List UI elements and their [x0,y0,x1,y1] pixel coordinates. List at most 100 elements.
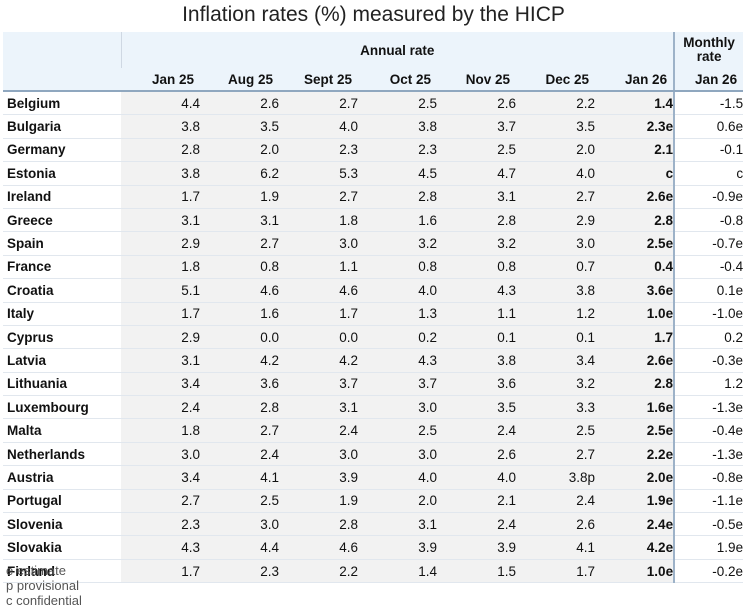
annual-rate-cell: 2.7 [279,91,358,116]
annual-rate-cell: 2.7 [200,231,279,256]
annual-rate-cell: 3.0 [279,442,358,467]
annual-rate-cell: 4.7 [437,161,516,186]
table-row: Bulgaria 3.8 3.5 4.0 3.8 3.7 3.5 2.3e 0.6e [3,114,744,139]
annual-rate-cell: 2.5 [200,489,279,514]
annual-rate-cell: 2.9 [121,325,200,350]
annual-rate-cell: 2.0e [595,465,675,490]
annual-rate-cell: 1.7 [279,302,358,326]
annual-rate-cell: 4.3 [358,348,437,373]
annual-rate-cell: 3.9 [358,535,437,560]
table-row: Latvia 3.1 4.2 4.2 4.3 3.8 3.4 2.6e -0.3e [3,348,744,373]
annual-rate-cell: 2.3 [200,559,279,584]
legend-item-estimate: e estimate [6,563,66,578]
country-cell: Latvia [3,348,121,373]
annual-rate-cell: 1.7 [516,559,595,584]
legend-item-confidential: c confidential [6,593,82,608]
annual-rate-cell: 2.3 [121,512,200,537]
annual-rate-cell: 4.0 [437,465,516,490]
monthly-rate-cell: -0.4e [673,418,744,443]
annual-rate-cell: 2.1 [437,489,516,514]
monthly-rate-cell: -0.8e [673,465,744,490]
annual-rate-cell: 2.4 [121,395,200,420]
country-cell: Luxembourg [3,395,121,420]
table-row: Croatia 5.1 4.6 4.6 4.0 4.3 3.8 3.6e 0.1e [3,278,744,303]
annual-rate-cell: 4.2 [200,348,279,373]
annual-rate-cell: 2.5e [595,231,675,256]
annual-rate-cell: 2.4e [595,512,675,537]
annual-rate-cell: 3.0 [121,442,200,467]
table-row: Finland 1.7 2.3 2.2 1.4 1.5 1.7 1.0e -0.2e [3,559,744,584]
annual-rate-cell: 3.1 [279,395,358,420]
table-row: Portugal 2.7 2.5 1.9 2.0 2.1 2.4 1.9e -1.1e [3,489,744,514]
annual-rate-cell: 1.2 [516,302,595,326]
annual-rate-cell: 4.6 [279,535,358,560]
annual-rate-cell: 4.4 [121,91,200,116]
country-cell: Slovenia [3,512,121,537]
country-cell: Germany [3,138,121,163]
annual-rate-cell: 2.4 [200,442,279,467]
table-row: Slovakia 4.3 4.4 4.6 3.9 3.9 4.1 4.2e 1.9e [3,535,744,560]
annual-rate-cell: 3.3 [516,395,595,420]
annual-rate-cell: 4.1 [200,465,279,490]
monthly-rate-cell: 0.2 [673,325,744,350]
annual-rate-cell: 3.4 [516,348,595,373]
country-cell: Greece [3,208,121,233]
annual-rate-cell: 4.1 [516,535,595,560]
annual-rate-cell: 2.6e [595,348,675,373]
country-cell: Austria [3,465,121,490]
annual-rate-cell: 0.2 [358,325,437,350]
column-header: Oct 25 [358,68,437,92]
annual-rate-cell: 4.0 [358,465,437,490]
country-cell: France [3,255,121,280]
monthly-rate-cell: -0.3e [673,348,744,373]
annual-rate-cell: 1.6e [595,395,675,420]
annual-rate-cell: 1.8 [121,255,200,280]
annual-rate-cell: 2.0 [358,489,437,514]
annual-rate-cell: 2.2 [516,91,595,116]
monthly-rate-cell: 1.9e [673,535,744,560]
annual-rate-cell: 3.1 [121,348,200,373]
country-cell: Malta [3,418,121,443]
annual-rate-cell: 2.5 [516,418,595,443]
annual-rate-cell: 4.0 [516,161,595,186]
monthly-rate-cell: -0.4 [673,255,744,280]
annual-rate-cell: 1.7 [595,325,675,350]
annual-rate-cell: 0.4 [595,255,675,280]
annual-rate-cell: 2.3 [279,138,358,163]
annual-rate-cell: 2.9 [121,231,200,256]
annual-rate-header: Annual rate [120,32,675,68]
annual-rate-cell: 1.6 [200,302,279,326]
annual-rate-cell: 0.8 [437,255,516,280]
annual-rate-cell: 1.8 [279,208,358,233]
country-cell: Croatia [3,278,121,303]
annual-rate-cell: 1.7 [121,302,200,326]
header-corner-2 [3,68,121,92]
annual-rate-cell: 1.3 [358,302,437,326]
annual-rate-cell: 2.9 [516,208,595,233]
annual-rate-cell: 2.4 [437,418,516,443]
annual-rate-cell: 6.2 [200,161,279,186]
annual-rate-cell: 3.5 [437,395,516,420]
column-header-monthly: Jan 26 [673,68,744,92]
annual-rate-cell: 3.2 [358,231,437,256]
annual-rate-cell: 3.2 [437,231,516,256]
annual-rate-cell: 2.6 [437,91,516,116]
table-row: Netherlands 3.0 2.4 3.0 3.0 2.6 2.7 2.2e -1.3e [3,442,744,467]
country-cell: Belgium [3,91,121,116]
annual-rate-cell: 3.7 [358,372,437,397]
annual-rate-cell: 1.5 [437,559,516,584]
annual-rate-cell: 3.7 [279,372,358,397]
country-cell: Bulgaria [3,114,121,139]
annual-rate-cell: 3.4 [121,465,200,490]
country-cell: Cyprus [3,325,121,350]
annual-rate-cell: 2.2 [279,559,358,584]
annual-rate-cell: 2.8 [121,138,200,163]
country-cell: Lithuania [3,372,121,397]
annual-rate-cell: 3.5 [516,114,595,139]
annual-rate-cell: 0.0 [200,325,279,350]
table-row: France 1.8 0.8 1.1 0.8 0.8 0.7 0.4 -0.4 [3,255,744,280]
table-title: Inflation rates (%) measured by the HICP [182,3,565,26]
annual-rate-cell: 2.3 [358,138,437,163]
annual-rate-cell: 1.4 [595,91,675,116]
annual-rate-cell: 2.5e [595,418,675,443]
